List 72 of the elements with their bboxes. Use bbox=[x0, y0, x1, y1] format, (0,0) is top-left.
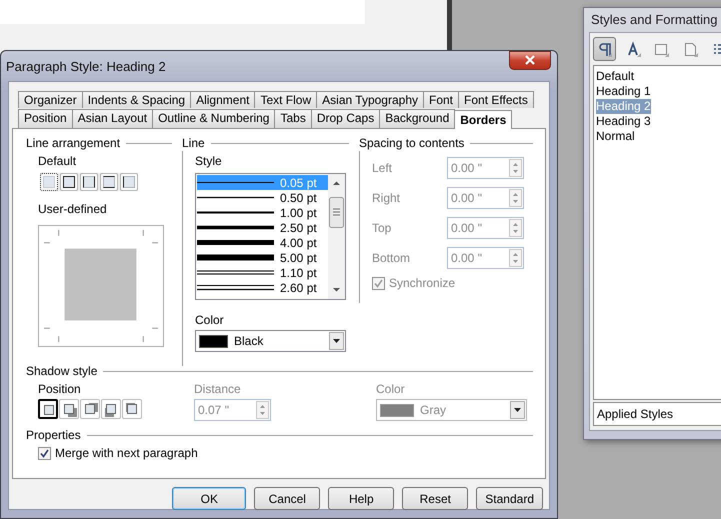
tab[interactable]: Asian Layout bbox=[72, 109, 154, 128]
border-preset-button[interactable] bbox=[120, 173, 138, 191]
tab[interactable]: Text Flow bbox=[254, 91, 318, 108]
close-icon bbox=[524, 55, 536, 65]
group-title: Shadow style bbox=[26, 364, 98, 378]
close-button[interactable] bbox=[509, 50, 551, 70]
tab[interactable]: Drop Caps bbox=[310, 109, 380, 128]
panel-title: Styles and Formatting bbox=[590, 11, 718, 29]
tab[interactable]: Alignment bbox=[190, 91, 256, 108]
border-preset-button[interactable] bbox=[100, 173, 118, 191]
tab[interactable]: Font Effects bbox=[458, 91, 534, 108]
line-sample-icon bbox=[197, 283, 274, 292]
cancel-button[interactable]: Cancel bbox=[254, 487, 320, 510]
field-label: Top bbox=[372, 221, 392, 235]
line-style-option[interactable]: 2.50 pt bbox=[197, 220, 328, 235]
checkbox-label: Merge with next paragraph bbox=[55, 446, 198, 460]
color-dropdown[interactable]: Black bbox=[195, 330, 346, 352]
group-title: Properties bbox=[26, 428, 81, 442]
field-label: Color bbox=[195, 312, 225, 329]
tab[interactable]: Position bbox=[18, 109, 73, 128]
line-style-option[interactable]: 1.00 pt bbox=[197, 205, 328, 220]
filter-dropdown[interactable]: Applied Styles bbox=[593, 402, 721, 426]
line-sample-icon bbox=[197, 238, 274, 247]
style-list-item[interactable]: Default bbox=[596, 69, 634, 84]
border-preset-button[interactable] bbox=[60, 173, 78, 191]
line-style-option[interactable]: 4.00 pt bbox=[197, 235, 328, 250]
tab[interactable]: Font bbox=[423, 91, 460, 108]
style-list-item[interactable]: Normal bbox=[596, 129, 635, 144]
tab[interactable]: Tabs bbox=[274, 109, 312, 128]
line-style-option[interactable]: 1.10 pt bbox=[197, 265, 328, 280]
field-label: Position bbox=[38, 381, 82, 398]
caret-icon[interactable] bbox=[329, 332, 344, 350]
tab[interactable]: Organizer bbox=[18, 91, 83, 108]
field-label: Distance bbox=[194, 381, 242, 398]
field-label: Left bbox=[372, 161, 394, 175]
group-title: Line bbox=[182, 136, 205, 150]
preset-label: Default bbox=[38, 153, 78, 170]
field-label: Right bbox=[372, 191, 402, 205]
color-swatch bbox=[380, 404, 414, 416]
window-title: Paragraph Style: Heading 2 bbox=[6, 58, 166, 74]
tab[interactable]: Outline & Numbering bbox=[152, 109, 276, 128]
checkbox[interactable] bbox=[38, 446, 51, 460]
reset-button[interactable]: Reset bbox=[402, 487, 468, 510]
tab[interactable]: Background bbox=[379, 109, 456, 128]
toolbar-button[interactable] bbox=[593, 37, 616, 61]
line-sample-icon bbox=[197, 253, 274, 262]
line-style-option[interactable]: 0.50 pt bbox=[197, 190, 328, 205]
color-swatch bbox=[199, 334, 228, 348]
page-icon bbox=[682, 40, 700, 58]
help-button[interactable]: Help bbox=[328, 487, 394, 510]
field-label: Color bbox=[376, 381, 406, 398]
preset-label: User-defined bbox=[38, 201, 108, 218]
border-preset-button[interactable] bbox=[80, 173, 98, 191]
shadow-position-button[interactable] bbox=[38, 399, 58, 419]
tab[interactable]: Borders bbox=[454, 110, 512, 129]
field-label: Style bbox=[195, 153, 223, 170]
standard-button[interactable]: Standard bbox=[476, 487, 543, 510]
group-title: Spacing to contents bbox=[359, 136, 464, 150]
border-preset-button[interactable] bbox=[40, 173, 58, 191]
line-sample-icon bbox=[197, 223, 274, 232]
tab[interactable]: Indents & Spacing bbox=[82, 91, 192, 108]
tab[interactable]: Asian Typography bbox=[316, 91, 424, 108]
style-list-item[interactable]: Heading 3 bbox=[596, 114, 651, 129]
field-label: Bottom bbox=[372, 251, 412, 265]
style-list-item[interactable]: Heading 1 bbox=[596, 84, 651, 99]
line-style-option[interactable]: 5.00 pt bbox=[197, 250, 328, 265]
group-title: Line arrangement bbox=[26, 136, 120, 150]
line-style-option[interactable]: 2.60 pt bbox=[197, 280, 328, 295]
ok-button[interactable]: OK bbox=[172, 487, 246, 510]
scrollbar[interactable] bbox=[328, 174, 345, 299]
line-sample-icon bbox=[197, 268, 274, 277]
checkbox-label: Synchronize bbox=[389, 276, 456, 290]
